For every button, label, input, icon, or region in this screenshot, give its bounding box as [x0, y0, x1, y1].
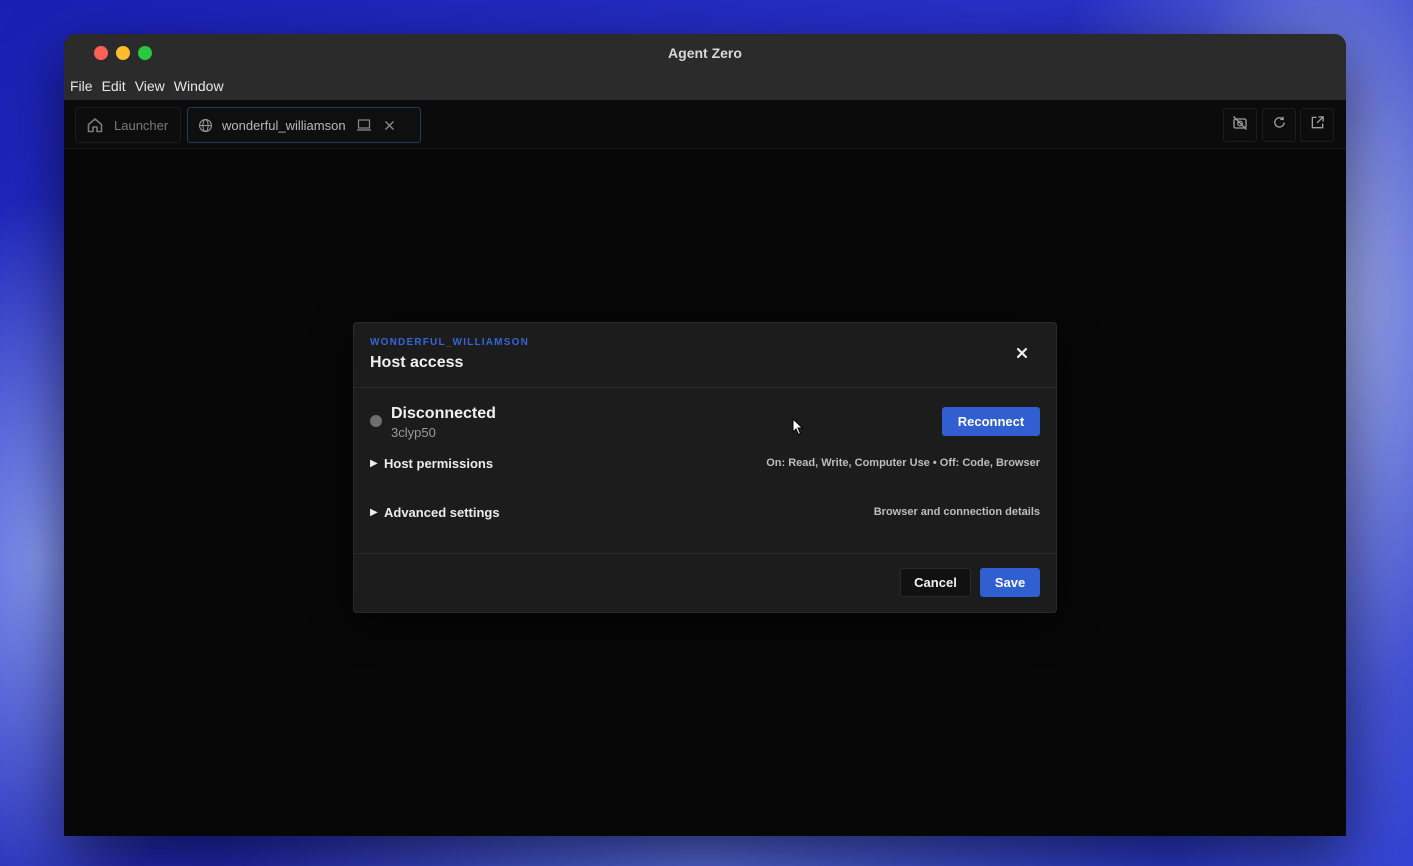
- mouse-cursor-icon: [792, 417, 804, 441]
- caret-right-icon: ▶: [370, 506, 378, 518]
- dialog-close-button[interactable]: [1010, 343, 1034, 367]
- menu-file[interactable]: File: [70, 78, 93, 94]
- host-access-dialog: WONDERFUL_WILLIAMSON Host access Disconn…: [353, 322, 1057, 613]
- tab-bar: Launcher wonderful_williamson: [64, 100, 1346, 149]
- section-summary: On: Read, Write, Computer Use • Off: Cod…: [766, 457, 1040, 469]
- tab-launcher[interactable]: Launcher: [75, 107, 181, 143]
- host-id: 3clyp50: [391, 425, 436, 440]
- status-dot: [370, 415, 382, 427]
- tab-launcher-label: Launcher: [114, 117, 169, 133]
- window-title: Agent Zero: [668, 45, 742, 61]
- section-summary: Browser and connection details: [873, 506, 1040, 518]
- no-camera-icon: [1232, 115, 1248, 136]
- tab-wonderful-williamson[interactable]: wonderful_williamson: [187, 107, 421, 143]
- dialog-eyebrow: WONDERFUL_WILLIAMSON: [370, 337, 529, 348]
- laptop-icon[interactable]: [356, 118, 372, 132]
- host-permissions-section[interactable]: ▶ Host permissions On: Read, Write, Comp…: [370, 454, 1040, 472]
- dialog-footer-divider: [354, 553, 1056, 554]
- caret-right-icon: ▶: [370, 457, 378, 469]
- connection-status: Disconnected: [391, 405, 496, 422]
- open-external-icon: [1310, 115, 1325, 135]
- close-icon[interactable]: [384, 120, 395, 131]
- section-label: Advanced settings: [384, 504, 500, 520]
- open-external-button[interactable]: [1300, 108, 1334, 142]
- menu-window[interactable]: Window: [174, 78, 224, 94]
- title-bar: Agent Zero File Edit View Window: [64, 34, 1346, 100]
- menu-view[interactable]: View: [135, 78, 165, 94]
- camera-off-button[interactable]: [1223, 108, 1257, 142]
- tab-label: wonderful_williamson: [222, 117, 346, 133]
- home-icon: [86, 116, 104, 134]
- cancel-button[interactable]: Cancel: [900, 568, 971, 597]
- refresh-button[interactable]: [1262, 108, 1296, 142]
- dialog-title: Host access: [370, 354, 464, 371]
- app-window: Agent Zero File Edit View Window Launche…: [64, 34, 1346, 836]
- save-button[interactable]: Save: [980, 568, 1040, 597]
- menu-edit[interactable]: Edit: [102, 78, 126, 94]
- advanced-settings-section[interactable]: ▶ Advanced settings Browser and connecti…: [370, 503, 1040, 521]
- globe-icon: [198, 118, 213, 133]
- close-icon: [1016, 346, 1028, 364]
- menu-bar: File Edit View Window: [70, 78, 224, 94]
- section-label: Host permissions: [384, 455, 494, 471]
- reconnect-button[interactable]: Reconnect: [942, 407, 1040, 436]
- refresh-icon: [1272, 115, 1287, 135]
- dialog-header-divider: [354, 387, 1056, 388]
